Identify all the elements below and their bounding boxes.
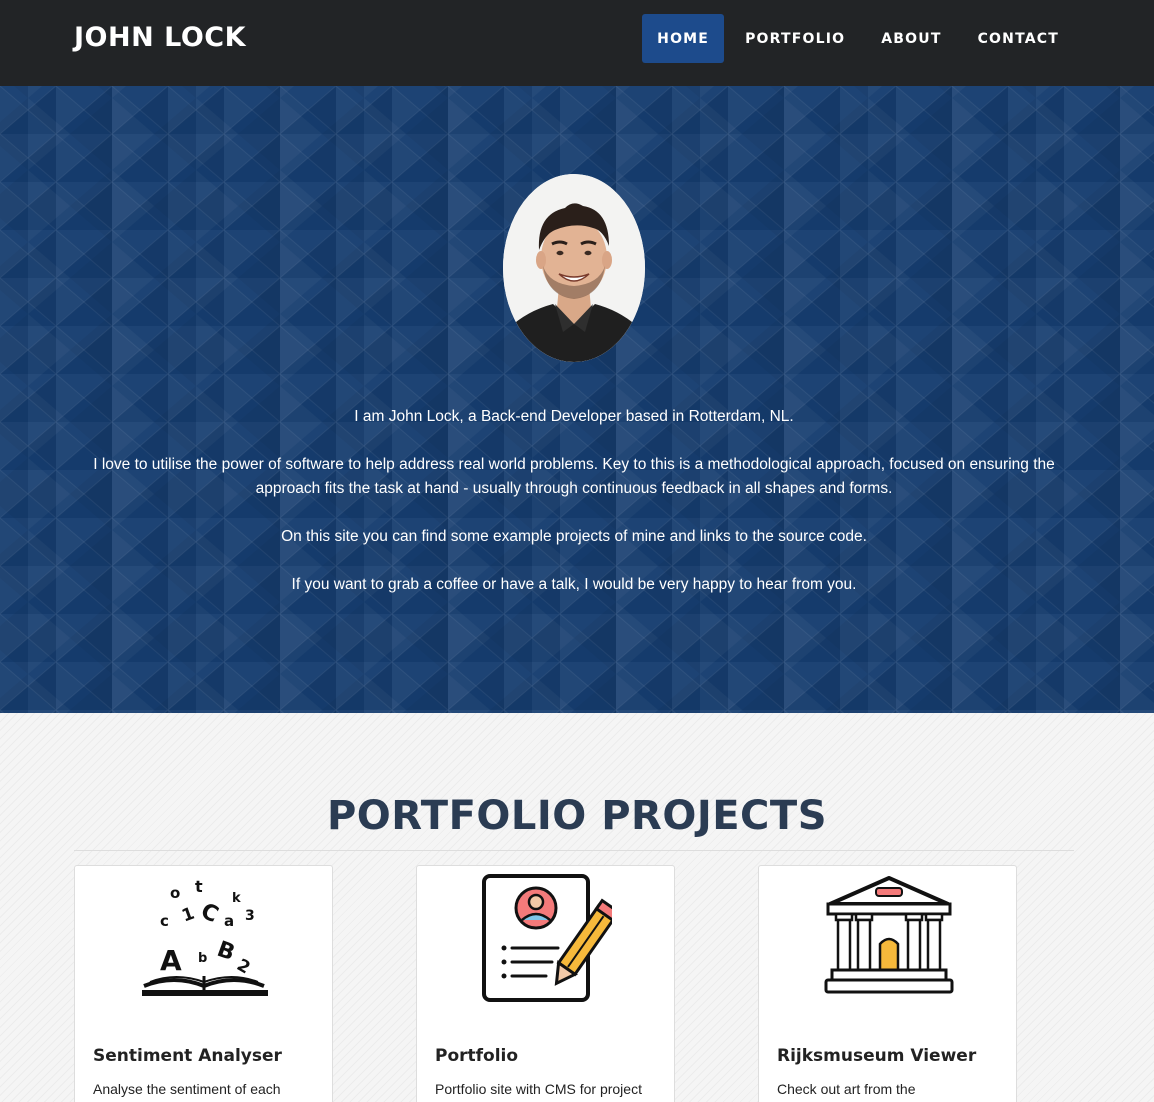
portfolio-section: PORTFOLIO PROJECTS o t k c 1 C a 3 A b B… (0, 713, 1154, 1102)
svg-text:2: 2 (233, 955, 253, 978)
project-title[interactable]: Sentiment Analyser (93, 1046, 282, 1066)
hero-section: I am John Lock, a Back-end Developer bas… (0, 86, 1154, 713)
nav-contact[interactable]: CONTACT (963, 14, 1074, 63)
projects-paragraph: On this site you can find some example p… (281, 528, 867, 545)
svg-text:C: C (197, 899, 222, 928)
contact-paragraph: If you want to grab a coffee or have a t… (291, 576, 857, 593)
project-description: Check out art from the (777, 1081, 916, 1097)
svg-text:b: b (198, 951, 207, 966)
svg-text:o: o (170, 884, 180, 902)
section-title: PORTFOLIO PROJECTS (326, 793, 827, 839)
museum-icon (824, 876, 954, 994)
profile-photo (503, 174, 645, 362)
svg-text:t: t (195, 877, 203, 896)
hero-intro: I am John Lock, a Back-end Developer bas… (74, 405, 1074, 621)
main-nav: HOME PORTFOLIO ABOUT CONTACT (636, 14, 1074, 63)
resume-pencil-icon (482, 874, 612, 1002)
svg-text:c: c (160, 912, 169, 930)
nav-portfolio[interactable]: PORTFOLIO (730, 14, 860, 63)
intro-paragraph: I am John Lock, a Back-end Developer bas… (354, 408, 794, 425)
nav-home[interactable]: HOME (642, 14, 725, 63)
svg-text:1: 1 (179, 904, 197, 927)
project-card-sentiment-analyser[interactable]: o t k c 1 C a 3 A b B 2 Sentiment Analys… (74, 865, 333, 1102)
section-divider (74, 850, 1074, 851)
project-description: Analyse the sentiment of each (93, 1081, 281, 1097)
nav-about[interactable]: ABOUT (866, 14, 956, 63)
person-portrait-icon (503, 174, 645, 362)
project-card-portfolio[interactable]: Portfolio Portfolio site with CMS for pr… (416, 865, 675, 1102)
approach-paragraph: I love to utilise the power of software … (93, 456, 1055, 497)
site-brand[interactable]: JOHN LOCK (74, 22, 246, 53)
navbar: JOHN LOCK HOME PORTFOLIO ABOUT CONTACT (0, 0, 1154, 86)
svg-text:k: k (232, 891, 241, 906)
svg-text:3: 3 (245, 908, 255, 924)
svg-text:A: A (160, 944, 182, 977)
project-title[interactable]: Rijksmuseum Viewer (777, 1046, 976, 1066)
project-card-rijksmuseum-viewer[interactable]: Rijksmuseum Viewer Check out art from th… (758, 865, 1017, 1102)
svg-text:B: B (214, 937, 238, 966)
svg-text:a: a (224, 912, 234, 930)
project-title[interactable]: Portfolio (435, 1046, 518, 1066)
project-description: Portfolio site with CMS for project (435, 1081, 642, 1097)
letters-book-icon: o t k c 1 C a 3 A b B 2 (142, 877, 268, 996)
